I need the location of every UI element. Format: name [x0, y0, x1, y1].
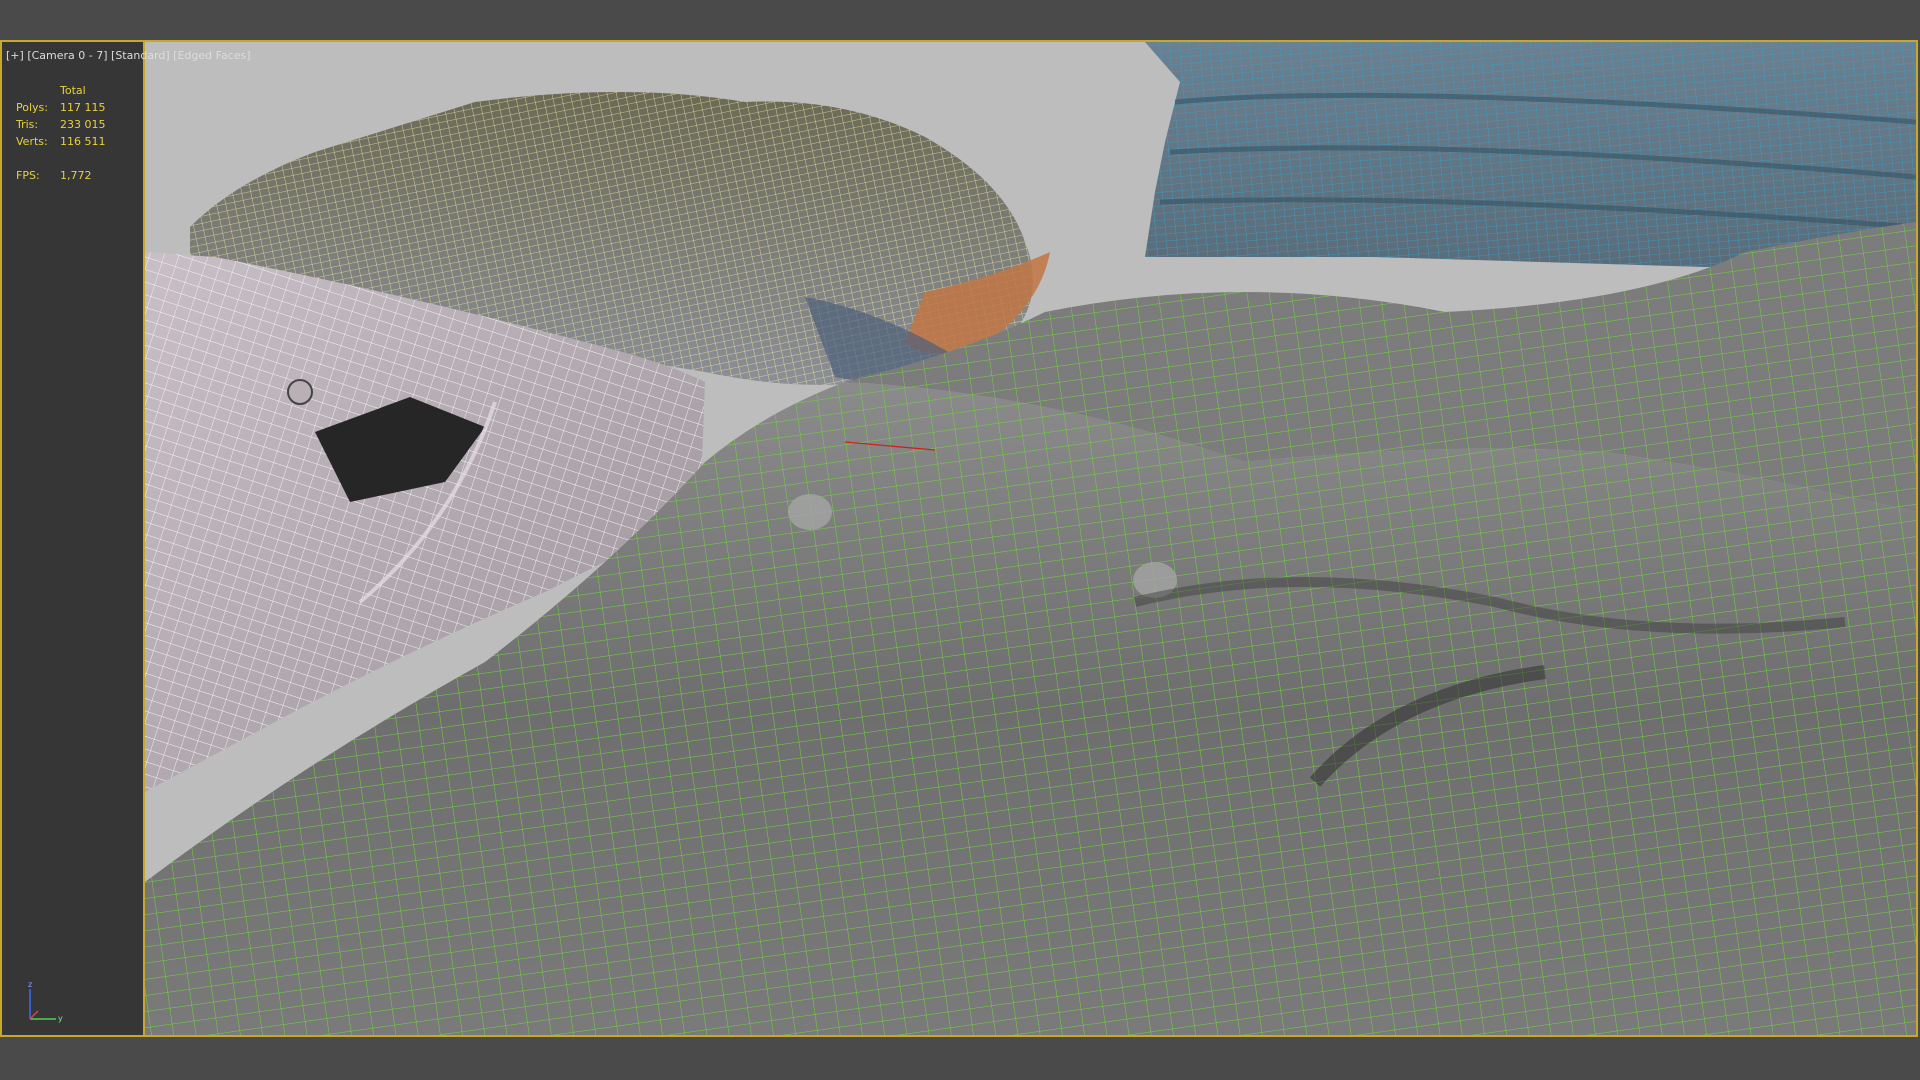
blue-folded-pile-mesh — [1145, 42, 1916, 267]
green-button-1 — [788, 494, 832, 530]
gizmo-y-label: y — [58, 1014, 63, 1023]
axis-gizmo-icon: z y — [28, 980, 63, 1023]
stats-panel: [+] [Camera 0 - 7] [Standard] [Edged Fac… — [2, 42, 251, 1035]
viewport[interactable]: [+] [Camera 0 - 7] [Standard] [Edged Fac… — [0, 40, 1918, 1037]
viewport-label: [+] [Camera 0 - 7] [Standard] [Edged Fac… — [6, 49, 251, 62]
gizmo-z-label: z — [28, 980, 32, 989]
viewport-display-mode-label[interactable]: [Edged Faces] — [173, 49, 250, 62]
scene-canvas — [145, 42, 1916, 1035]
stats-row-polys: Polys: 117 115 — [16, 99, 140, 116]
stats-key: FPS: — [16, 169, 40, 182]
top-toolbar-area — [0, 0, 1920, 40]
viewport-menu-plus[interactable]: [+] — [6, 49, 24, 62]
stats-row-tris: Tris: 233 015 — [16, 116, 140, 133]
viewport-shading-label[interactable]: [Standard] — [111, 49, 170, 62]
stats-header: Total — [60, 84, 86, 97]
bottom-status-area — [0, 1037, 1920, 1080]
stats-key: Verts: — [16, 135, 48, 148]
stats-value: 1,772 — [60, 169, 92, 182]
stats-row-verts: Verts: 116 511 — [16, 133, 140, 150]
viewport-camera-label[interactable]: [Camera 0 - 7] — [27, 49, 107, 62]
stats-key: Polys: — [16, 101, 48, 114]
denim-button — [287, 379, 313, 405]
viewport-scene[interactable] — [145, 42, 1916, 1035]
stats-value: 233 015 — [60, 118, 106, 131]
stats-row-fps: FPS: 1,772 — [16, 167, 140, 184]
stats-value: 117 115 — [60, 101, 106, 114]
stats-key: Tris: — [16, 118, 39, 131]
stats-table: Total Polys: 117 115 Tris: 233 015 Verts… — [16, 82, 140, 184]
stats-value: 116 511 — [60, 135, 106, 148]
